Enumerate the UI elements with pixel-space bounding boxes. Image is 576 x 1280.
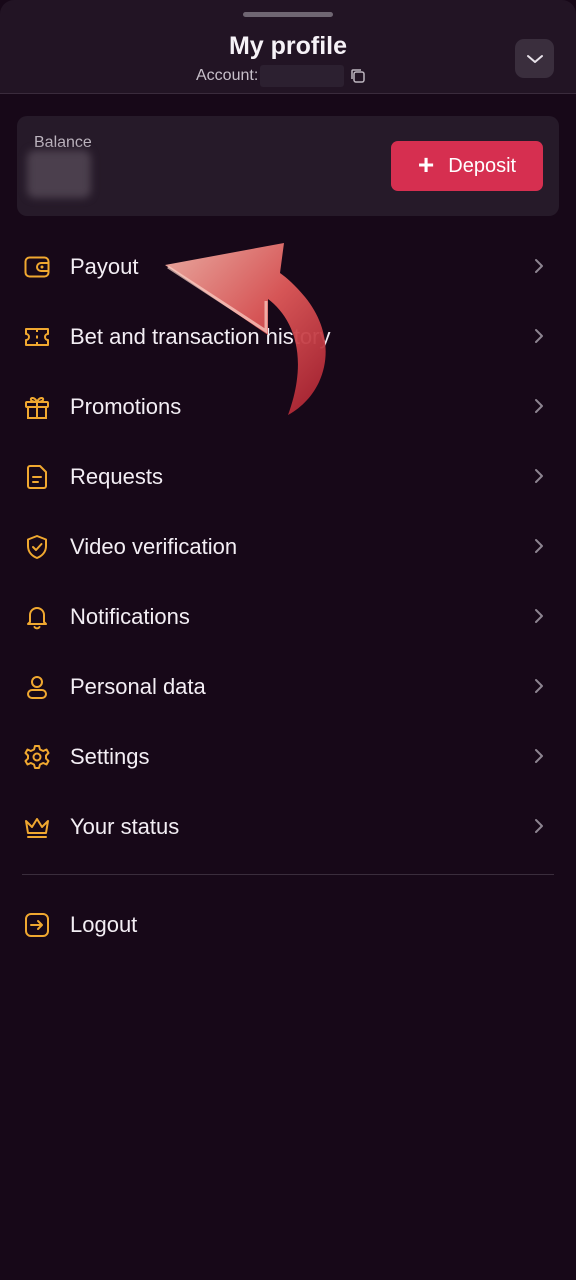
menu-item-requests[interactable]: Requests [0, 441, 576, 511]
user-icon [27, 676, 47, 699]
wallet-icon [24, 256, 50, 278]
menu-label: Settings [70, 744, 150, 769]
menu-item-notifications[interactable]: Notifications [0, 581, 576, 651]
account-row: Account: [196, 65, 367, 87]
document-icon [27, 465, 47, 489]
account-number-redacted [260, 65, 345, 87]
page-title: My profile [228, 32, 348, 60]
chevron-right-icon [535, 819, 543, 833]
menu-label: Your status [70, 814, 180, 839]
profile-header: My profile Account: [0, 0, 576, 94]
balance-amount-redacted [27, 150, 91, 198]
menu-item-personal-data[interactable]: Personal data [0, 651, 576, 721]
menu-item-settings[interactable]: Settings [0, 721, 576, 791]
shield-check-icon [27, 535, 47, 559]
menu-label: Requests [70, 464, 163, 489]
chevron-right-icon [535, 469, 543, 483]
menu-label: Payout [70, 254, 139, 279]
plus-icon: + [417, 148, 435, 180]
menu-label: Video verification [70, 534, 238, 559]
menu-item-bet-history[interactable]: Bet and transaction history [0, 301, 576, 371]
profile-menu: Payout Bet and transaction history Promo… [0, 231, 576, 861]
menu-item-payout[interactable]: Payout [0, 231, 576, 301]
drag-handle[interactable] [243, 12, 333, 17]
balance-card: Balance + Deposit [17, 116, 559, 216]
logout-label: Logout [70, 912, 138, 937]
bell-icon [27, 607, 47, 630]
copy-icon[interactable] [349, 67, 367, 85]
chevron-right-icon [535, 609, 543, 623]
deposit-button[interactable]: + Deposit [391, 141, 543, 191]
gear-icon [24, 745, 50, 769]
menu-label: Notifications [70, 604, 190, 629]
logout-button[interactable]: Logout [0, 891, 576, 961]
crown-icon [25, 818, 49, 838]
chevron-right-icon [535, 679, 543, 693]
collapse-button[interactable] [515, 39, 554, 78]
menu-item-your-status[interactable]: Your status [0, 791, 576, 861]
menu-label: Bet and transaction history [70, 324, 331, 349]
logout-icon [25, 913, 49, 937]
chevron-right-icon [535, 329, 543, 343]
deposit-label: Deposit [448, 154, 517, 177]
chevron-right-icon [535, 399, 543, 413]
chevron-right-icon [535, 259, 543, 273]
account-label: Account: [196, 67, 259, 84]
menu-label: Personal data [70, 674, 206, 699]
menu-item-promotions[interactable]: Promotions [0, 371, 576, 441]
chevron-right-icon [535, 539, 543, 553]
divider [22, 874, 554, 875]
menu-label: Promotions [70, 394, 182, 419]
gift-icon [25, 396, 49, 419]
ticket-icon [25, 328, 49, 346]
menu-item-video-verification[interactable]: Video verification [0, 511, 576, 581]
chevron-down-icon [526, 54, 543, 63]
chevron-right-icon [535, 749, 543, 763]
